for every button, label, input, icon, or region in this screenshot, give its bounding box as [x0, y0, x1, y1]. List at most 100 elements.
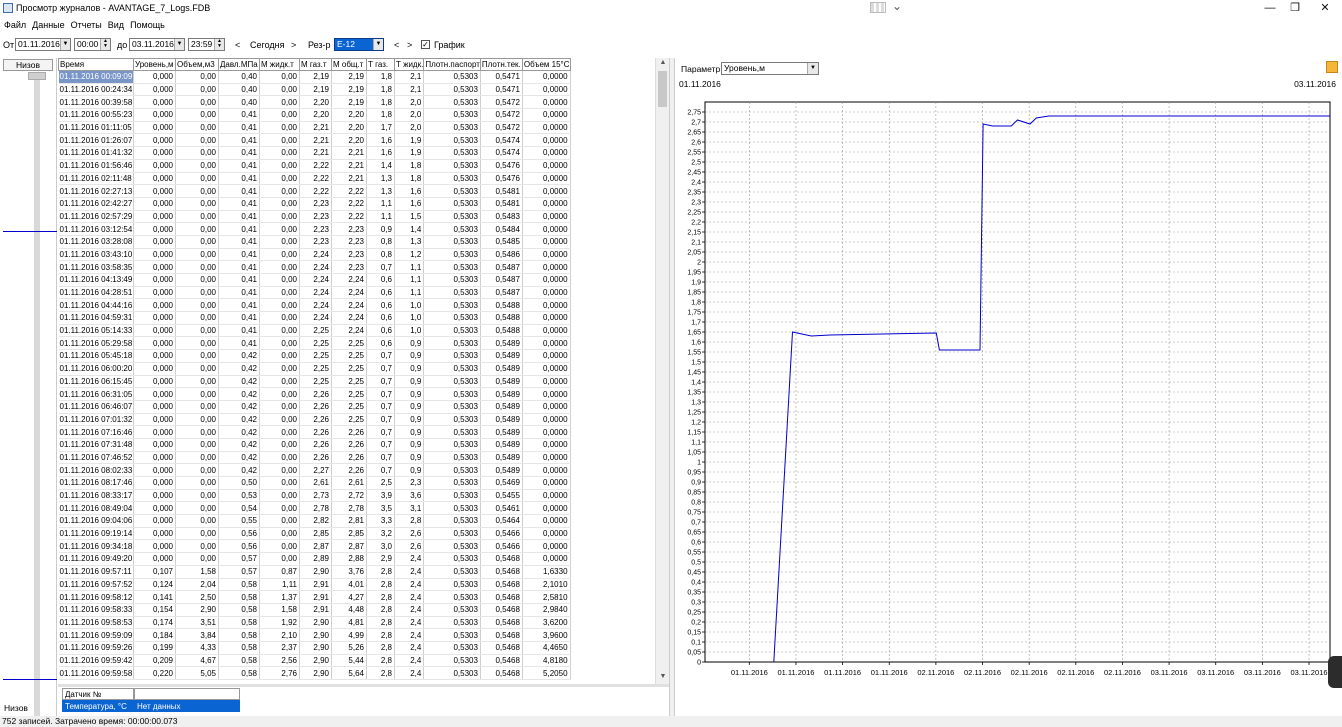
column-header[interactable]: М газ.т [299, 58, 332, 71]
dropdown-arrow-icon[interactable]: ▼ [807, 63, 818, 74]
column-header[interactable]: Т жидк. [393, 58, 425, 71]
snap-layout-control[interactable]: ⌄ [870, 0, 910, 14]
table-row[interactable]: 01.11.2016 07:31:48 0,000 0,00 0,42 0,00 2,26… [58, 438, 571, 452]
table-row[interactable]: 01.11.2016 03:58:35 0,000 0,00 0,41 0,00 2,24… [58, 260, 571, 274]
table-row[interactable]: 01.11.2016 02:57:29 0,000 0,00 0,41 0,00 2,23… [58, 210, 571, 224]
table-row[interactable]: 01.11.2016 04:13:49 0,000 0,00 0,41 0,00 2,24… [58, 273, 571, 287]
table-row[interactable]: 01.11.2016 09:59:26 0,199 4,33 0,58 2,37 2,90… [58, 641, 571, 655]
menu-reports[interactable]: Отчеты [69, 18, 104, 33]
table-row[interactable]: 01.11.2016 09:58:33 0,154 2,90 0,58 1,58 2,91… [58, 603, 571, 617]
scroll-thumb[interactable] [658, 71, 667, 107]
to-date-picker[interactable]: 03.11.2016 ▼ [129, 38, 185, 51]
table-row[interactable]: 01.11.2016 01:11:05 0,000 0,00 0,41 0,00 2,21… [58, 121, 571, 135]
column-header[interactable]: Уровень,м [133, 58, 176, 71]
chevron-down-icon[interactable]: ⌄ [892, 0, 902, 13]
table-row[interactable]: 01.11.2016 04:28:51 0,000 0,00 0,41 0,00 2,24… [58, 286, 571, 300]
spinner-icon[interactable]: ▲ ▼ [100, 39, 110, 50]
table-row[interactable]: 01.11.2016 07:16:46 0,000 0,00 0,42 0,00 2,26… [58, 425, 571, 439]
tank-select[interactable]: Е-12 ▼ [334, 38, 384, 51]
table-row[interactable]: 01.11.2016 00:55:23 0,000 0,00 0,41 0,00 2,20… [58, 108, 571, 122]
column-header[interactable]: Время [58, 58, 134, 71]
table-row[interactable]: 01.11.2016 02:42:27 0,000 0,00 0,41 0,00 2,23… [58, 197, 571, 211]
to-time-input[interactable]: 23:59 ▲ ▼ [188, 38, 225, 51]
table-row[interactable]: 01.11.2016 01:56:46 0,000 0,00 0,41 0,00 2,22… [58, 159, 571, 173]
restore-button[interactable]: ❐ [1280, 1, 1310, 16]
today-button[interactable]: Сегодня [250, 39, 285, 52]
column-header[interactable]: Т газ. [366, 58, 395, 71]
table-row[interactable]: 01.11.2016 05:45:18 0,000 0,00 0,42 0,00 2,25… [58, 349, 571, 363]
table-row[interactable]: 01.11.2016 09:57:52 0,124 2,04 0,58 1,11 2,91… [58, 578, 571, 592]
column-header[interactable]: Объем,м3 [175, 58, 219, 71]
scroll-down-icon[interactable]: ▼ [658, 673, 668, 683]
table-row[interactable]: 01.11.2016 03:28:08 0,000 0,00 0,41 0,00 2,23… [58, 235, 571, 249]
column-header[interactable]: М общ.т [331, 58, 367, 71]
prev-day-button[interactable]: < [235, 39, 240, 52]
table-cell: 0,00 [175, 489, 219, 503]
table-row[interactable]: 01.11.2016 00:09:09 0,000 0,00 0,40 0,00 2,19… [58, 70, 571, 84]
table-row[interactable]: 01.11.2016 09:19:14 0,000 0,00 0,56 0,00 2,85… [58, 527, 571, 541]
table-row[interactable]: 01.11.2016 02:27:13 0,000 0,00 0,41 0,00 2,22… [58, 184, 571, 198]
column-header[interactable]: Объем 15°С [521, 58, 571, 71]
table-row[interactable]: 01.11.2016 09:49:20 0,000 0,00 0,57 0,00 2,89… [58, 552, 571, 566]
column-header[interactable]: Плотн.тек. [479, 58, 523, 71]
table-row[interactable]: 01.11.2016 00:39:58 0,000 0,00 0,40 0,00 2,20… [58, 95, 571, 110]
snap-grid-icon[interactable] [870, 2, 886, 13]
parameter-select[interactable]: Уровень,м ▼ [721, 62, 819, 75]
menu-view[interactable]: Вид [106, 18, 126, 33]
column-header[interactable]: Плотн.паспорт [423, 58, 481, 71]
menu-help[interactable]: Помощь [128, 18, 167, 33]
table-row[interactable]: 01.11.2016 07:01:32 0,000 0,00 0,42 0,00 2,26… [58, 413, 571, 427]
column-header[interactable]: Давл.МПа [218, 58, 260, 71]
from-date-picker[interactable]: 01.11.2016 ▼ [15, 38, 71, 51]
table-row[interactable]: 01.11.2016 08:49:04 0,000 0,00 0,54 0,00 2,78… [58, 501, 571, 516]
table-row[interactable]: 01.11.2016 02:11:48 0,000 0,00 0,41 0,00 2,22… [58, 172, 571, 186]
table-row[interactable]: 01.11.2016 04:59:31 0,000 0,00 0,41 0,00 2,24… [58, 311, 571, 325]
table-row[interactable]: 01.11.2016 09:34:18 0,000 0,00 0,56 0,00 2,87… [58, 539, 571, 554]
table-row[interactable]: 01.11.2016 01:26:07 0,000 0,00 0,41 0,00 2,21… [58, 133, 571, 148]
table-row[interactable]: 01.11.2016 01:41:32 0,000 0,00 0,41 0,00 2,21… [58, 146, 571, 160]
table-row[interactable]: 01.11.2016 08:02:33 0,000 0,00 0,42 0,00 2,27… [58, 463, 571, 477]
table-row[interactable]: 01.11.2016 03:12:54 0,000 0,00 0,41 0,00 2,23… [58, 222, 571, 236]
table-horizontal-scrollbar[interactable] [58, 684, 669, 687]
table-cell: 1,8 [366, 95, 395, 110]
table-row[interactable]: 01.11.2016 09:59:42 0,209 4,67 0,58 2,56 2,90… [58, 654, 571, 668]
table-row[interactable]: 01.11.2016 08:17:46 0,000 0,00 0,50 0,00 2,61… [58, 476, 571, 490]
menu-file[interactable]: Файл [2, 18, 28, 33]
table-row[interactable]: 01.11.2016 03:43:10 0,000 0,00 0,41 0,00 2,24… [58, 248, 571, 262]
spinner-icon[interactable]: ▲ ▼ [214, 39, 224, 50]
sensor-row[interactable]: Температура, °С Нет данных [62, 700, 240, 712]
scroll-up-icon[interactable]: ▲ [658, 59, 668, 69]
table-row[interactable]: 01.11.2016 07:46:52 0,000 0,00 0,42 0,00 2,26… [58, 451, 571, 465]
tank-next-button[interactable]: > [407, 39, 412, 52]
side-widget-icon[interactable] [1328, 656, 1342, 688]
table-cell: 0,00 [175, 400, 219, 414]
chart-checkbox[interactable]: ✓ [421, 40, 430, 49]
from-time-input[interactable]: 00:00 ▲ ▼ [74, 38, 111, 51]
table-row[interactable]: 01.11.2016 09:58:53 0,174 3,51 0,58 1,92 2,90… [58, 616, 571, 630]
table-row[interactable]: 01.11.2016 05:29:58 0,000 0,00 0,41 0,00 2,25… [58, 336, 571, 351]
table-row[interactable]: 01.11.2016 05:14:33 0,000 0,00 0,41 0,00 2,25… [58, 324, 571, 338]
table-vertical-scrollbar[interactable]: ▲ ▼ [655, 58, 669, 684]
table-row[interactable]: 01.11.2016 09:59:58 0,220 5,05 0,58 2,76 2,90… [58, 666, 571, 680]
table-row[interactable]: 01.11.2016 09:04:06 0,000 0,00 0,55 0,00 2,82… [58, 514, 571, 528]
level-handle[interactable] [28, 72, 46, 80]
table-row[interactable]: 01.11.2016 09:59:09 0,184 3,84 0,58 2,10 2,90… [58, 628, 571, 642]
export-icon[interactable] [1326, 61, 1338, 73]
table-row[interactable]: 01.11.2016 06:31:05 0,000 0,00 0,42 0,00 2,26… [58, 387, 571, 401]
column-header[interactable]: М жидк.т [259, 58, 300, 71]
tank-prev-button[interactable]: < [394, 39, 399, 52]
close-button[interactable]: ✕ [1310, 1, 1340, 16]
table-row[interactable]: 01.11.2016 04:44:16 0,000 0,00 0,41 0,00 2,24… [58, 298, 571, 313]
dropdown-arrow-icon[interactable]: ▼ [174, 39, 184, 50]
dropdown-arrow-icon[interactable]: ▼ [373, 39, 383, 50]
table-row[interactable]: 01.11.2016 09:57:11 0,107 1,58 0,57 0,87 2,90… [58, 565, 571, 579]
table-row[interactable]: 01.11.2016 08:33:17 0,000 0,00 0,53 0,00 2,73… [58, 489, 571, 503]
table-row[interactable]: 01.11.2016 00:24:34 0,000 0,00 0,40 0,00 2,19… [58, 83, 571, 97]
next-day-button[interactable]: > [291, 39, 296, 52]
dropdown-arrow-icon[interactable]: ▼ [60, 39, 70, 50]
table-row[interactable]: 01.11.2016 06:15:45 0,000 0,00 0,42 0,00 2,25… [58, 375, 571, 389]
table-row[interactable]: 01.11.2016 09:58:12 0,141 2,50 0,58 1,37 2,91… [58, 590, 571, 604]
table-row[interactable]: 01.11.2016 06:00:20 0,000 0,00 0,42 0,00 2,25… [58, 362, 571, 376]
menu-data[interactable]: Данные [30, 18, 67, 33]
table-row[interactable]: 01.11.2016 06:46:07 0,000 0,00 0,42 0,00 2,26… [58, 400, 571, 414]
